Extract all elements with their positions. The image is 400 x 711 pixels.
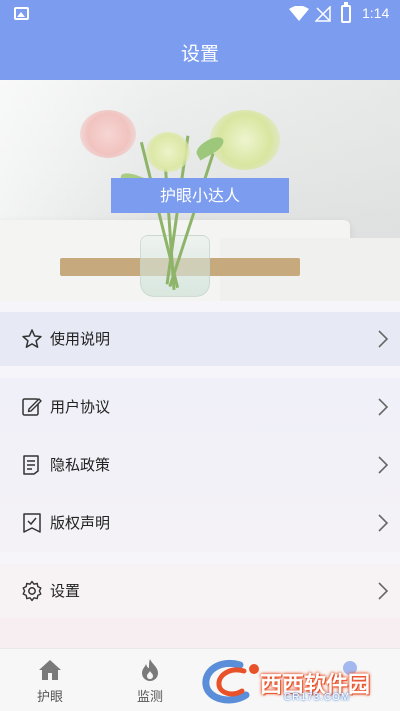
policy-icon [23, 455, 39, 475]
menu-group: 用户协议 隐私政策 版权声明 [0, 378, 400, 552]
menu-item-privacy-policy[interactable]: 隐私政策 [0, 438, 400, 492]
battery-charging-icon [341, 2, 351, 23]
chevron-right-icon [378, 514, 389, 532]
banner-label: 护眼小达人 [111, 178, 289, 213]
page-title: 设置 [180, 43, 219, 65]
menu-item-label: 使用说明 [50, 330, 111, 348]
watermark-logo: 西西软件园 CR173.COM [200, 655, 386, 709]
menu-group: 使用说明 [0, 312, 400, 366]
flower-green [146, 132, 190, 172]
star-icon [22, 329, 42, 348]
menu-item-instructions[interactable]: 使用说明 [0, 312, 400, 366]
flame-icon [142, 659, 158, 681]
status-time: 1:14 [362, 5, 390, 21]
wifi-icon [289, 6, 309, 21]
no-signal-icon [315, 6, 331, 22]
menu-item-user-agreement[interactable]: 用户协议 [0, 380, 400, 434]
flower-pink [80, 110, 136, 158]
swirl-logo-icon [202, 660, 259, 704]
image-icon [14, 7, 29, 20]
tab-eye-care[interactable]: 护眼 [0, 649, 100, 711]
chevron-right-icon [378, 582, 389, 600]
chevron-right-icon [378, 330, 389, 348]
menu-item-label: 设置 [50, 582, 81, 600]
menu-item-copyright[interactable]: 版权声明 [0, 496, 400, 550]
menu-item-label: 用户协议 [50, 398, 111, 416]
home-icon [39, 660, 61, 680]
title-bar: 设置 [0, 28, 400, 80]
tab-label: 监测 [136, 690, 163, 705]
tab-label: 护眼 [36, 690, 63, 705]
watermark-subtext: CR173.COM [284, 692, 351, 703]
menu-item-settings[interactable]: 设置 [0, 564, 400, 618]
gear-icon [22, 580, 42, 602]
chevron-right-icon [378, 456, 389, 474]
menu-group: 设置 [0, 564, 400, 618]
edit-icon [22, 398, 42, 416]
chevron-right-icon [378, 398, 389, 416]
copyright-icon [23, 513, 41, 533]
status-bar: 1:14 [0, 0, 400, 28]
menu-item-label: 隐私政策 [50, 456, 111, 474]
tab-monitor[interactable]: 监测 [100, 649, 200, 711]
menu-item-label: 版权声明 [50, 514, 111, 532]
